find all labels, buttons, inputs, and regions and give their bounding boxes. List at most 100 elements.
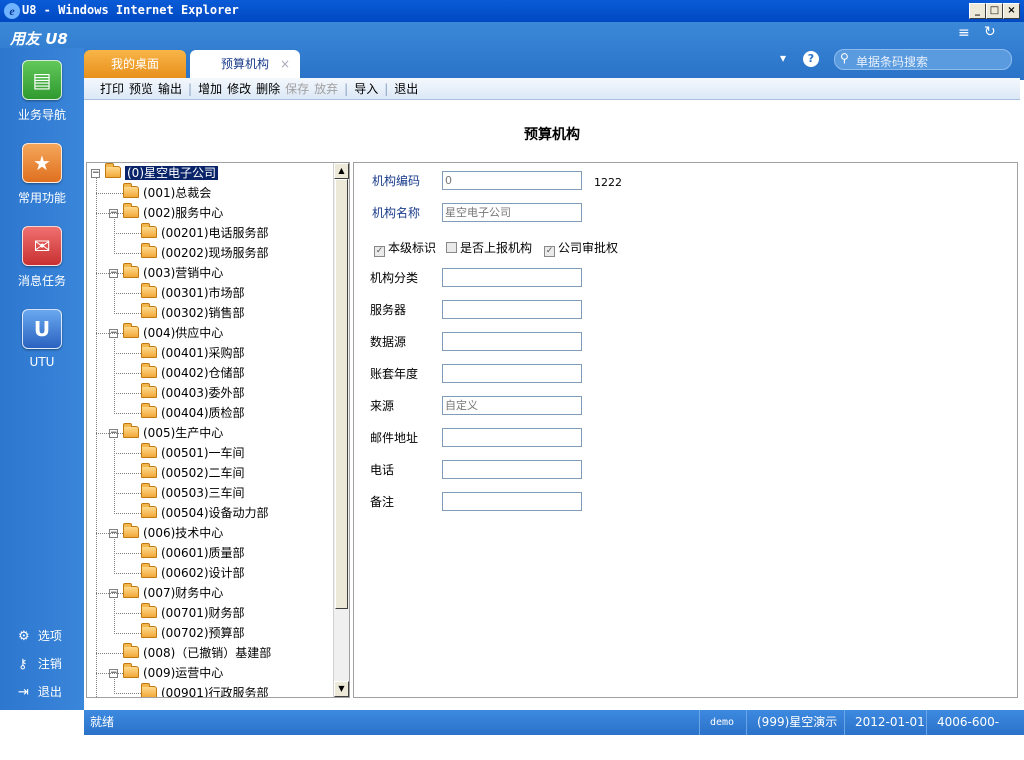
gear-icon: ⚙	[18, 629, 30, 644]
scroll-up-icon[interactable]: ▲	[334, 163, 349, 179]
tree-node[interactable]: (00502)二车间	[141, 463, 245, 482]
nav-exit[interactable]: ⇥ 退出	[18, 683, 62, 700]
tree-node[interactable]: (00501)一车间	[141, 443, 245, 462]
folder-icon	[141, 343, 157, 358]
tree-connector	[114, 573, 141, 574]
folder-icon	[141, 623, 157, 638]
tree-node[interactable]: (00601)质量部	[141, 543, 245, 562]
report-org-checkbox[interactable]: 是否上报机构	[446, 239, 532, 256]
scroll-thumb[interactable]	[335, 179, 348, 609]
nav-label: 消息任务	[17, 274, 66, 288]
server-field[interactable]	[442, 300, 582, 319]
menu-icon[interactable]: ≡	[958, 25, 970, 41]
tab-close-icon[interactable]: ×	[280, 50, 290, 78]
folder-icon	[141, 603, 157, 618]
tree-node[interactable]: (0)星空电子公司	[105, 163, 218, 182]
phone-field[interactable]	[442, 460, 582, 479]
tree-node[interactable]: (006)技术中心	[123, 523, 223, 542]
tree-node-label: (00602)设计部	[161, 566, 245, 580]
exit-button[interactable]: 退出	[394, 82, 418, 96]
source-label: 来源	[370, 399, 395, 413]
search-icon: ⚲	[840, 51, 849, 65]
tree-node[interactable]: (00503)三车间	[141, 483, 245, 502]
tree-node[interactable]: (001)总裁会	[123, 183, 212, 202]
tree-node[interactable]: (00504)设备动力部	[141, 503, 269, 522]
source-field[interactable]: 自定义	[442, 396, 582, 415]
tree-node[interactable]: (005)生产中心	[123, 423, 223, 442]
nav-message-tasks[interactable]: ✉ 消息任务	[0, 226, 84, 289]
delete-button[interactable]: 删除	[256, 82, 280, 96]
refresh-icon[interactable]: ↻	[984, 24, 996, 40]
collapse-icon[interactable]: −	[91, 169, 100, 178]
tree-connector	[96, 533, 123, 534]
tree-connector	[114, 219, 115, 254]
nav-utu[interactable]: U UTU	[0, 309, 84, 369]
dropdown-icon[interactable]: ▾	[780, 51, 786, 65]
tree-node[interactable]: (002)服务中心	[123, 203, 223, 222]
window-title-bar: e U8 - Windows Internet Explorer _ □ ×	[0, 0, 1024, 22]
nav-options[interactable]: ⚙ 选项	[18, 627, 62, 644]
tree-node[interactable]: (008)（已撤销）基建部	[123, 643, 271, 662]
tree-node[interactable]: (00202)现场服务部	[141, 243, 269, 262]
tree-node[interactable]: (003)营销中心	[123, 263, 224, 282]
tree-node[interactable]: (009)运营中心	[123, 663, 223, 682]
tree-node-label: (00301)市场部	[161, 286, 245, 300]
tree-node[interactable]: (00301)市场部	[141, 283, 245, 302]
category-field[interactable]	[442, 268, 582, 287]
save-button[interactable]: 保存	[285, 82, 309, 96]
tree-node[interactable]: (00201)电话服务部	[141, 223, 269, 242]
nav-logout[interactable]: ⚷ 注销	[18, 655, 62, 672]
help-icon[interactable]: ?	[803, 51, 819, 67]
tab-my-desktop[interactable]: 我的桌面	[84, 50, 186, 78]
import-button[interactable]: 导入	[354, 82, 378, 96]
nav-options-label: 选项	[37, 629, 62, 643]
local-flag-checkbox[interactable]: ✓ 本级标识	[374, 239, 436, 257]
datasource-field[interactable]	[442, 332, 582, 351]
code-field[interactable]: 0	[442, 171, 582, 190]
barcode-search-box[interactable]: ⚲ 单据条码搜索	[834, 49, 1012, 70]
discard-button[interactable]: 放弃	[314, 82, 338, 96]
edit-button[interactable]: 修改	[227, 82, 251, 96]
maximize-button[interactable]: □	[986, 3, 1003, 19]
tree-connector	[96, 213, 123, 214]
name-field[interactable]: 星空电子公司	[442, 203, 582, 222]
left-sidebar: ▤ 业务导航 ★ 常用功能 ✉ 消息任务 U UTU ⚙ 选项 ⚷ 注销 ⇥ 退…	[0, 48, 84, 710]
tree-node-label: (001)总裁会	[143, 186, 212, 200]
scroll-down-icon[interactable]: ▼	[334, 681, 349, 697]
remark-field[interactable]	[442, 492, 582, 511]
close-window-button[interactable]: ×	[1003, 3, 1020, 19]
tree-node[interactable]: (00401)采购部	[141, 343, 245, 362]
tree-node[interactable]: (00702)预算部	[141, 623, 245, 642]
preview-button[interactable]: 预览	[129, 82, 153, 96]
tree-node[interactable]: (00402)仓储部	[141, 363, 245, 382]
search-input[interactable]: 单据条码搜索	[856, 53, 928, 70]
phone-label: 电话	[370, 463, 395, 477]
export-button[interactable]: 输出	[158, 82, 182, 96]
tree-node[interactable]: (00404)质检部	[141, 403, 245, 422]
tree-scrollbar[interactable]: ▲ ▼	[333, 163, 349, 697]
tab-budget-org[interactable]: 预算机构 ×	[190, 50, 300, 78]
tree-node[interactable]: (007)财务中心	[123, 583, 223, 602]
tree-connector	[96, 193, 123, 194]
tree-node[interactable]: (004)供应中心	[123, 323, 223, 342]
year-field[interactable]	[442, 364, 582, 383]
minimize-button[interactable]: _	[969, 3, 986, 19]
add-button[interactable]: 增加	[198, 82, 222, 96]
tree-connector	[114, 599, 115, 634]
tree-node[interactable]: (00302)销售部	[141, 303, 245, 322]
tree-connector	[96, 333, 123, 334]
company-approval-checkbox[interactable]: ✓ 公司审批权	[544, 239, 618, 257]
tree-node[interactable]: (00701)财务部	[141, 603, 245, 622]
tree-node-label: (003)营销中心	[143, 266, 224, 280]
status-date: 2012-01-01	[844, 710, 935, 735]
main-content: 预算机构 (0)星空电子公司 − (001)总裁会 (002)服务中心 − (00201)…	[84, 100, 1020, 710]
print-button[interactable]: 打印	[100, 82, 124, 96]
nav-business-guide[interactable]: ▤ 业务导航	[0, 60, 84, 123]
email-field[interactable]	[442, 428, 582, 447]
nav-common-functions[interactable]: ★ 常用功能	[0, 143, 84, 206]
code-extra-value: 1222	[594, 176, 622, 189]
tree-node[interactable]: (00602)设计部	[141, 563, 245, 582]
nav-logout-label: 注销	[37, 657, 62, 671]
tree-node[interactable]: (00403)委外部	[141, 383, 245, 402]
tree-node[interactable]: (00901)行政服务部	[141, 683, 269, 697]
